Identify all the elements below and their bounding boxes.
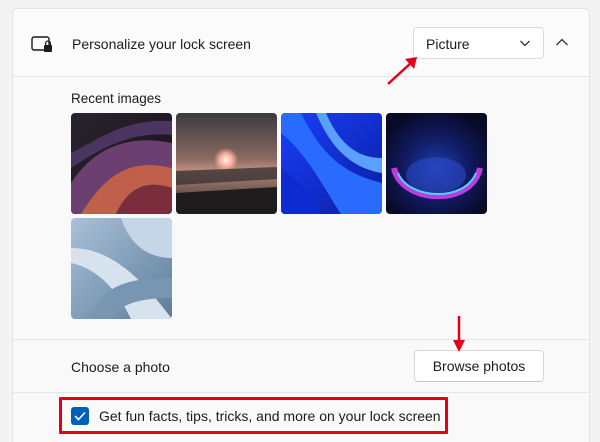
lock-screen-mode-dropdown[interactable]: Picture [413,27,544,59]
browse-photos-button[interactable]: Browse photos [414,350,544,382]
recent-image-thumbnail[interactable] [281,113,382,214]
recent-image-thumbnail[interactable] [71,113,172,214]
recent-image-thumbnail[interactable] [71,218,172,319]
lock-screen-header[interactable]: Personalize your lock screen Picture [13,9,589,77]
annotation-arrow-icon [387,57,417,85]
annotation-arrow-icon [453,316,465,352]
annotation-highlight-box [59,397,448,434]
choose-photo-label: Choose a photo [71,359,170,375]
lock-screen-title: Personalize your lock screen [72,36,251,52]
lock-screen-icon [31,36,52,52]
recent-image-thumbnail[interactable] [386,113,487,214]
recent-image-thumbnail[interactable] [176,113,277,214]
chevron-up-icon[interactable] [555,37,569,47]
dropdown-selected-value: Picture [426,36,470,52]
lock-screen-settings-card: Personalize your lock screen Picture Rec… [12,8,590,442]
choose-photo-row: Choose a photo Browse photos [13,339,589,393]
recent-images-label: Recent images [71,91,162,106]
chevron-down-icon [520,40,530,47]
